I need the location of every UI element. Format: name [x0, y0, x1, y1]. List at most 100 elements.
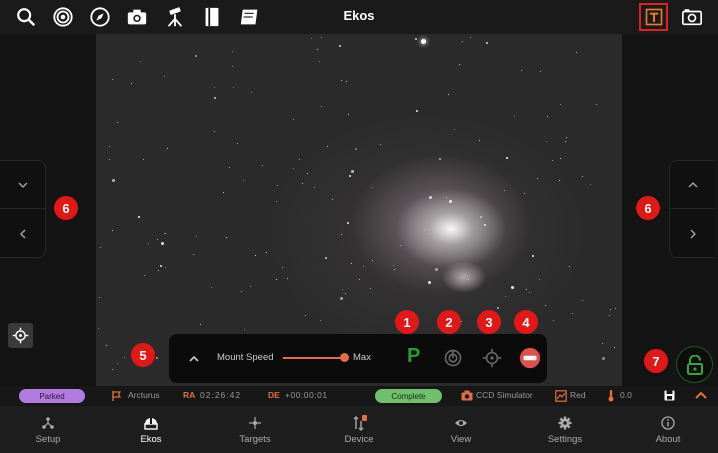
mount-speed-slider-handle[interactable]	[340, 353, 349, 362]
star	[321, 37, 322, 38]
star	[435, 268, 438, 271]
sparkle-icon	[247, 415, 263, 431]
star	[566, 137, 567, 138]
save-icon[interactable]	[664, 390, 675, 401]
star	[117, 122, 118, 123]
compass-icon[interactable]	[88, 5, 112, 29]
chevron-up-icon[interactable]	[695, 391, 707, 399]
goto-home-button[interactable]	[480, 346, 504, 370]
nav-settings[interactable]: Settings	[515, 406, 615, 453]
star	[193, 254, 194, 255]
star	[229, 167, 230, 168]
callout-1: 1	[395, 310, 419, 334]
star	[429, 233, 430, 234]
chevron-up-icon[interactable]	[189, 351, 201, 363]
stop-button[interactable]	[518, 346, 542, 370]
star	[351, 263, 352, 264]
star	[276, 279, 277, 280]
center-target-button[interactable]	[8, 323, 33, 348]
filter-icon	[555, 390, 567, 402]
star	[504, 190, 505, 191]
mount-speed-slider[interactable]	[283, 357, 345, 359]
star	[232, 66, 233, 67]
lock-button[interactable]	[676, 346, 713, 383]
crosshair-icon	[482, 348, 502, 368]
capture-status-badge: Complete	[375, 389, 442, 403]
star	[99, 297, 100, 298]
star	[305, 315, 306, 316]
nav-targets-label: Targets	[239, 433, 271, 445]
unpark-icon	[444, 349, 462, 367]
camera-icon	[461, 390, 473, 401]
nav-ekos[interactable]: Ekos	[101, 406, 201, 453]
star	[347, 222, 349, 224]
star	[109, 159, 110, 160]
chevron-down-button[interactable]	[0, 161, 45, 209]
nav-about-label: About	[655, 433, 681, 445]
star	[346, 81, 347, 82]
star	[486, 42, 488, 44]
nav-view[interactable]: View	[411, 406, 511, 453]
star	[317, 49, 318, 50]
star	[138, 216, 140, 218]
de-value: +00:00:01	[285, 390, 328, 400]
text-overlay-button[interactable]	[639, 3, 668, 31]
flat-field-icon[interactable]	[238, 5, 262, 29]
chevron-up-button[interactable]	[670, 161, 715, 209]
camera-icon[interactable]	[125, 5, 149, 29]
star	[454, 129, 455, 130]
star	[106, 345, 107, 346]
star	[560, 158, 561, 159]
mount-speed-label: Mount Speed	[217, 352, 274, 363]
star	[302, 183, 303, 184]
nav-about[interactable]: About	[618, 406, 718, 453]
star	[349, 175, 351, 177]
star	[572, 313, 573, 314]
star	[314, 187, 315, 188]
star	[327, 146, 328, 147]
nav-setup[interactable]: Setup	[0, 406, 98, 453]
screenshot-icon[interactable]	[680, 5, 704, 29]
star	[540, 71, 541, 72]
ra-value: 02:26:42	[200, 390, 242, 400]
star	[165, 233, 166, 234]
star	[211, 287, 212, 288]
de-label: DE	[268, 390, 280, 400]
target-icon[interactable]	[51, 5, 75, 29]
star	[428, 281, 431, 284]
nav-targets[interactable]: Targets	[205, 406, 305, 453]
eye-icon	[453, 415, 469, 431]
crosshair-icon	[12, 327, 29, 344]
star	[497, 307, 499, 309]
star	[359, 279, 360, 280]
mount-speed-max-label: Max	[353, 352, 371, 363]
telescope-icon[interactable]	[163, 5, 187, 29]
observatory-icon	[143, 415, 159, 431]
catalog-icon[interactable]	[200, 5, 224, 29]
nav-device[interactable]: Device	[309, 406, 409, 453]
star	[351, 170, 354, 173]
chevron-right-button[interactable]	[670, 210, 715, 258]
star	[468, 279, 469, 280]
star	[614, 347, 615, 348]
star	[459, 64, 460, 65]
filter-name: Red	[570, 390, 586, 400]
park-button[interactable]: P	[407, 345, 420, 368]
stop-icon	[519, 347, 541, 369]
star	[393, 265, 394, 266]
star	[325, 257, 327, 259]
nav-device-label: Device	[344, 433, 374, 445]
star	[251, 92, 252, 93]
star	[233, 87, 234, 88]
star	[160, 265, 162, 267]
unpark-button[interactable]	[441, 346, 465, 370]
search-icon[interactable]	[14, 5, 38, 29]
star	[565, 141, 566, 142]
star	[526, 289, 527, 290]
star	[112, 369, 113, 370]
chevron-up-icon	[688, 181, 697, 187]
ra-label: RA	[183, 390, 196, 400]
chevron-left-button[interactable]	[0, 210, 45, 258]
star	[400, 245, 401, 246]
callout-6-left: 6	[54, 196, 78, 220]
